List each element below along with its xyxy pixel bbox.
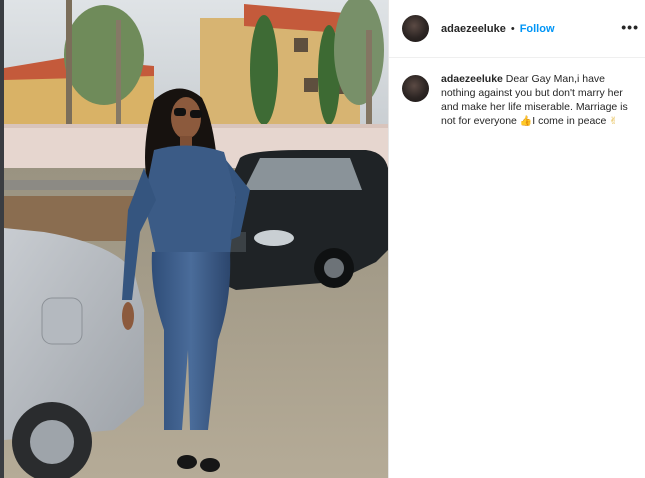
thumbs-up-icon: 👍 <box>519 116 533 127</box>
post-photo[interactable] <box>4 0 388 478</box>
separator-dot: • <box>510 22 515 35</box>
caption-body-part2: I come in peace <box>532 115 610 127</box>
caption-block: adaezeeluke Dear Gay Man,i have nothing … <box>389 72 645 129</box>
caption-avatar[interactable] <box>402 75 429 102</box>
header-username[interactable]: adaezeeluke <box>441 23 506 35</box>
caption-username[interactable]: adaezeeluke <box>441 73 503 85</box>
follow-button[interactable]: Follow <box>520 23 555 35</box>
post-header: adaezeeluke • Follow ••• <box>389 0 645 58</box>
instagram-post-modal: adaezeeluke • Follow ••• adaezeeluke Dea… <box>0 0 645 478</box>
caption-text: adaezeeluke Dear Gay Man,i have nothing … <box>441 72 629 129</box>
photo-illustration <box>4 0 388 478</box>
victory-hand-icon: ✌ <box>609 116 618 127</box>
avatar[interactable] <box>402 15 429 42</box>
more-options-icon[interactable]: ••• <box>621 20 639 34</box>
